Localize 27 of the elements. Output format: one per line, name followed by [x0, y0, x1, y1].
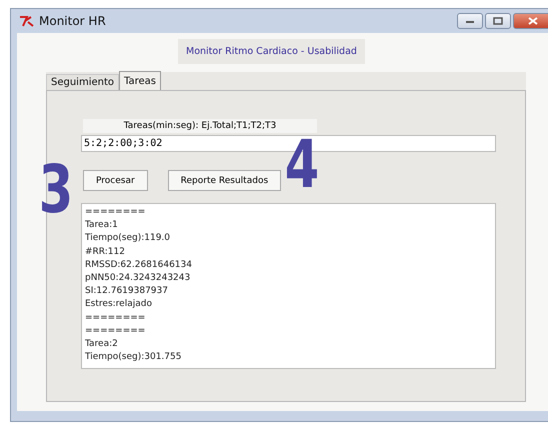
output-line: SI:12.7619387937: [85, 285, 169, 298]
output-line: Tiempo(seg):119.0: [85, 232, 172, 246]
output-line: RMSSD:62.2681646134: [85, 258, 193, 272]
minimize-button[interactable]: [457, 13, 483, 29]
callout-number: 3: [38, 157, 74, 223]
action-button[interactable]: Procesar: [83, 170, 148, 191]
output-line: ========: [85, 206, 146, 219]
output-line: Tiempo(seg):301.755: [85, 351, 182, 364]
output-line: ========: [85, 312, 146, 325]
minimize-icon: [465, 18, 475, 24]
output-line: Tarea:2: [85, 338, 119, 352]
tab[interactable]: Tareas: [119, 71, 161, 90]
maximize-icon: [493, 17, 503, 25]
field-label: Tareas(min:seg): Ej.Total;T1;T2;T3: [83, 119, 317, 133]
close-icon: [528, 17, 538, 25]
output-line: pNN50:24.3243243243: [85, 272, 192, 286]
feather-logo-icon: [19, 15, 35, 27]
tab[interactable]: Seguimiento: [46, 74, 120, 90]
close-button[interactable]: [513, 13, 548, 29]
output-line: #RR:112: [85, 246, 126, 259]
action-button[interactable]: Reporte Resultados: [168, 170, 282, 191]
output-line: Estres:relajado: [85, 298, 153, 312]
window-title: Monitor HR: [39, 14, 106, 28]
output-line: ========: [85, 324, 146, 338]
maximize-button[interactable]: [485, 13, 511, 29]
output-line: Tarea:1: [85, 219, 119, 232]
app-heading: Monitor Ritmo Cardiaco - Usabilidad: [178, 39, 365, 64]
